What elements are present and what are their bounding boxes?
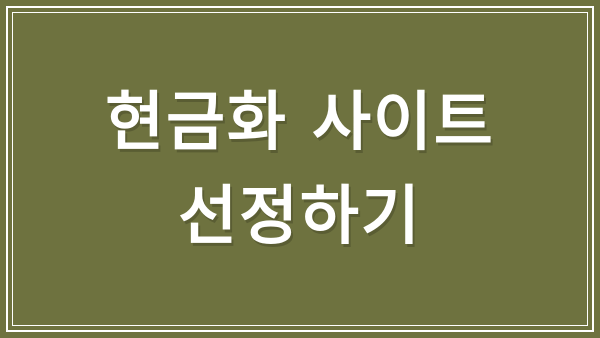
banner-title: 현금화 사이트 선정하기 (0, 76, 600, 264)
title-line-1: 현금화 사이트 (105, 86, 495, 160)
title-banner: 현금화 사이트 선정하기 (0, 0, 600, 338)
title-line-2: 선정하기 (178, 180, 422, 254)
